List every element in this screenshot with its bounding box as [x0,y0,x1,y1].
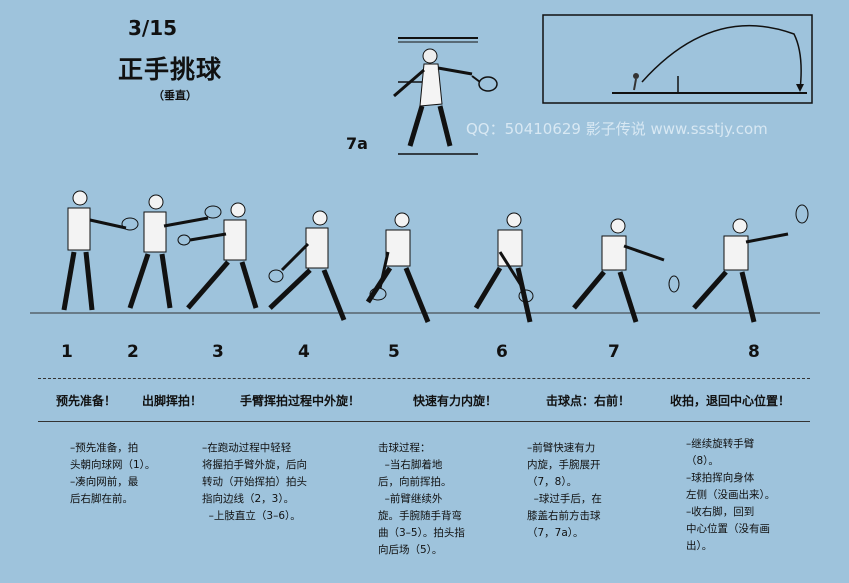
step-number-3: 3 [212,342,224,362]
step-number-5: 5 [388,342,400,362]
lesson-number: 3/15 [128,16,178,40]
stroke-sequence-illustration [30,190,820,323]
description-3: 击球过程： –当右脚着地 后，向前挥拍。 –前臂继续外 旋。手腕随手背弯 曲（3… [378,442,465,556]
description-5: –继续旋转手臂 （8）。 –球拍挥向身体 左侧（没画出来）。 –收右脚，回到 中… [686,438,776,552]
caption-1: 预先准备！ [56,394,117,408]
caption-6: 收拍，退回中心位置！ [670,394,791,408]
player-figure-8 [692,204,809,323]
caption-5: 击球点：右前！ [546,394,631,408]
divider-bottom [38,421,810,422]
player-figure-7 [572,218,680,323]
caption-4: 快速有力内旋！ [413,394,498,408]
figure-7a-illustration [393,37,498,155]
player-figure-5 [365,212,431,323]
player-figure-1 [61,190,139,311]
step-number-7: 7 [608,342,620,362]
shuttle-path [641,24,802,91]
step-number-8: 8 [748,342,760,362]
page-subtitle: （垂直） [153,89,197,102]
step-number-6: 6 [496,342,508,362]
divider-top [38,378,810,379]
player-icon [633,73,639,79]
path-arrow [796,84,804,92]
step-number-1: 1 [61,342,73,362]
trajectory-diagram [542,14,813,104]
step-number-2: 2 [127,342,139,362]
figure-label: 7a [346,134,368,153]
page-title: 正手挑球 [118,55,223,84]
caption-3: 手臂挥拍过程中外旋！ [240,394,361,408]
player-figure-4 [268,210,347,321]
player-figure-6 [473,212,534,323]
description-2: –在跑动过程中轻轻 将握拍手臂外旋，后向 转动（开始挥拍）拍头 指向边线（2，3… [202,442,307,522]
player-figure-2 [127,194,222,309]
description-4: –前臂快速有力 内旋，手腕展开 （7，8）。 –球过手后，在 膝盖右前方击球 （… [527,442,602,539]
description-1: –预先准备，拍 头朝向球网（1）。 –凑向网前，最 后右脚在前。 [70,442,156,505]
player-figure-3 [177,202,259,310]
caption-2: 出脚挥拍！ [142,394,203,408]
watermark: QQ：50410629 影子传说 www.ssstjy.com [466,120,768,138]
step-number-4: 4 [298,342,310,362]
